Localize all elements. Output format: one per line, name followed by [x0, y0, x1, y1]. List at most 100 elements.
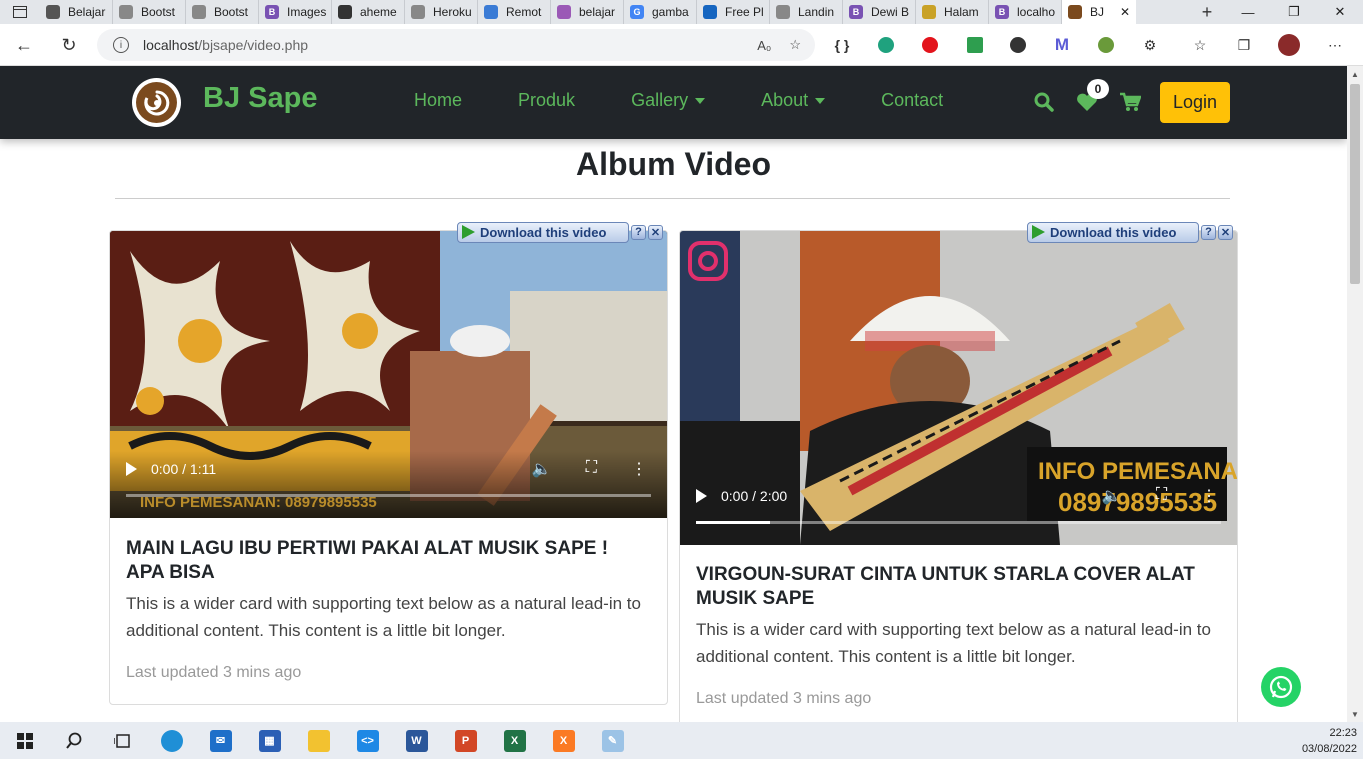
fullscreen-icon[interactable]: ⛶ [1156, 486, 1167, 506]
json-ext-icon[interactable]: { } [827, 24, 857, 66]
edge-ext-icon[interactable] [871, 24, 901, 66]
minimize-icon[interactable]: — [1225, 0, 1271, 24]
video-ext-icon[interactable] [1003, 24, 1033, 66]
tab-favicon-icon [703, 5, 717, 19]
browser-tab[interactable]: Blocalho [989, 0, 1062, 24]
favorites-icon[interactable]: ☆ [1185, 24, 1215, 66]
word-app-icon[interactable]: W [392, 722, 441, 759]
scroll-down-icon[interactable]: ▼ [1347, 706, 1363, 722]
play-icon [462, 225, 475, 239]
more-options-icon[interactable]: ⋮ [1201, 486, 1217, 506]
system-clock[interactable]: 22:23 03/08/2022 [1302, 725, 1357, 757]
browser-tab[interactable]: aheme [332, 0, 405, 24]
nav-gallery[interactable]: Gallery [631, 90, 706, 111]
mail-app-icon[interactable]: ✉ [196, 722, 245, 759]
browser-tab[interactable]: belajar [551, 0, 624, 24]
collections-icon[interactable]: ❐ [1229, 24, 1259, 66]
globe-ext-icon[interactable] [1091, 24, 1121, 66]
read-aloud-icon[interactable]: A₀ [757, 38, 771, 53]
extensions-icon[interactable]: ⚙ [1135, 24, 1165, 66]
favorite-add-icon[interactable]: ☆ [789, 37, 801, 53]
tab-actions-icon[interactable] [0, 0, 40, 24]
tab-label: aheme [360, 5, 397, 19]
play-icon[interactable] [126, 462, 137, 476]
new-tab-button[interactable]: + [1189, 0, 1225, 24]
search-icon[interactable] [1033, 91, 1055, 113]
browser-tab[interactable]: Bootst [186, 0, 259, 24]
browser-tab[interactable]: Landin [770, 0, 843, 24]
tab-favicon-icon: G [630, 5, 644, 19]
scroll-up-icon[interactable]: ▲ [1347, 66, 1363, 82]
xampp-app-icon[interactable]: X [539, 722, 588, 759]
cart-icon[interactable] [1119, 92, 1141, 112]
powerpoint-app-icon[interactable]: P [441, 722, 490, 759]
browser-tab[interactable]: B Images [259, 0, 332, 24]
help-icon[interactable]: ? [631, 224, 646, 240]
login-button[interactable]: Login [1160, 82, 1230, 123]
site-info-icon[interactable]: i [113, 37, 129, 53]
whatsapp-chat-button[interactable] [1261, 667, 1301, 707]
page-scrollbar[interactable]: ▲ ▼ [1347, 66, 1363, 722]
browser-tab[interactable]: Heroku [405, 0, 478, 24]
brand-name[interactable]: BJ Sape [203, 82, 317, 115]
download-video-button[interactable]: Download this video [1027, 221, 1199, 243]
back-icon[interactable]: ← [2, 24, 46, 66]
help-icon[interactable]: ? [1201, 224, 1216, 240]
browser-tab-bar: Belajar Bootst Bootst B Images aheme Heroku Rem… [0, 0, 1363, 24]
video-progress-bar[interactable] [696, 521, 1221, 524]
browser-tab[interactable]: Remot [478, 0, 551, 24]
url-field[interactable]: i localhost/bjsape/video.php A₀ ☆ [97, 29, 815, 61]
restore-icon[interactable]: ❐ [1271, 0, 1317, 24]
nav-about[interactable]: About [761, 90, 826, 111]
tab-label: BJ [1090, 5, 1105, 19]
task-view-icon[interactable] [98, 722, 147, 759]
clock-time: 22:23 [1329, 727, 1357, 739]
refresh-icon[interactable]: ↻ [47, 24, 91, 66]
start-icon[interactable] [0, 722, 49, 759]
browser-tab[interactable]: Bootst [113, 0, 186, 24]
nav-contact[interactable]: Contact [881, 90, 943, 111]
browser-tab[interactable]: B Dewi B [843, 0, 916, 24]
more-menu-icon[interactable]: ⋯ [1320, 24, 1350, 66]
download-video-bar: Download this video ? ✕ [1027, 220, 1233, 244]
edge-app-icon[interactable] [147, 722, 196, 759]
excel-app-icon[interactable]: X [490, 722, 539, 759]
video-player[interactable]: INFO PEMESANAN: 08979895535 0:00 / 1:11 … [110, 231, 667, 518]
profile-avatar[interactable] [1274, 24, 1304, 66]
scrollbar-thumb[interactable] [1350, 84, 1360, 284]
play-icon[interactable] [696, 489, 707, 503]
video-time: 0:00 / 2:00 [721, 488, 788, 504]
browser-tab[interactable]: Ggamba [624, 0, 697, 24]
card-text: This is a wider card with supporting tex… [126, 594, 641, 640]
browser-tab[interactable]: Halam [916, 0, 989, 24]
opera-ext-icon[interactable] [915, 24, 945, 66]
volume-icon[interactable]: 🔈 [1102, 486, 1122, 506]
fullscreen-icon[interactable]: ⛶ [586, 459, 597, 479]
file-explorer-icon[interactable] [294, 722, 343, 759]
download-video-button[interactable]: Download this video [457, 221, 629, 243]
video-player[interactable]: INFO PEMESANAN: 08979895535 0:00 / 2:00 … [680, 231, 1237, 545]
colorpicker-ext-icon[interactable] [960, 24, 990, 66]
nav-home[interactable]: Home [414, 90, 462, 111]
search-icon[interactable] [49, 722, 98, 759]
more-options-icon[interactable]: ⋮ [631, 459, 647, 479]
vscode-app-icon[interactable]: <> [343, 722, 392, 759]
tab-label: Bootst [141, 5, 176, 19]
close-window-icon[interactable]: ✕ [1317, 0, 1363, 24]
store-app-icon[interactable]: ▦ [245, 722, 294, 759]
video-progress-bar[interactable] [126, 494, 651, 497]
close-tab-icon[interactable]: ✕ [1120, 5, 1130, 19]
browser-tab[interactable]: Free Pl [697, 0, 770, 24]
nav-produk[interactable]: Produk [518, 90, 575, 111]
volume-icon[interactable]: 🔈 [532, 459, 552, 479]
window-controls: — ❐ ✕ [1225, 0, 1363, 24]
brand-logo[interactable] [132, 78, 181, 127]
m-ext-icon[interactable]: M [1047, 24, 1077, 66]
card-title: MAIN LAGU IBU PERTIWI PAKAI ALAT MUSIK S… [126, 538, 609, 583]
tab-label: Dewi B [871, 5, 910, 19]
paint-app-icon[interactable]: ✎ [588, 722, 637, 759]
close-icon[interactable]: ✕ [1218, 224, 1233, 240]
browser-tab[interactable]: Belajar [40, 0, 113, 24]
browser-tab[interactable]: BJ ✕ [1062, 0, 1136, 24]
close-icon[interactable]: ✕ [648, 224, 663, 240]
